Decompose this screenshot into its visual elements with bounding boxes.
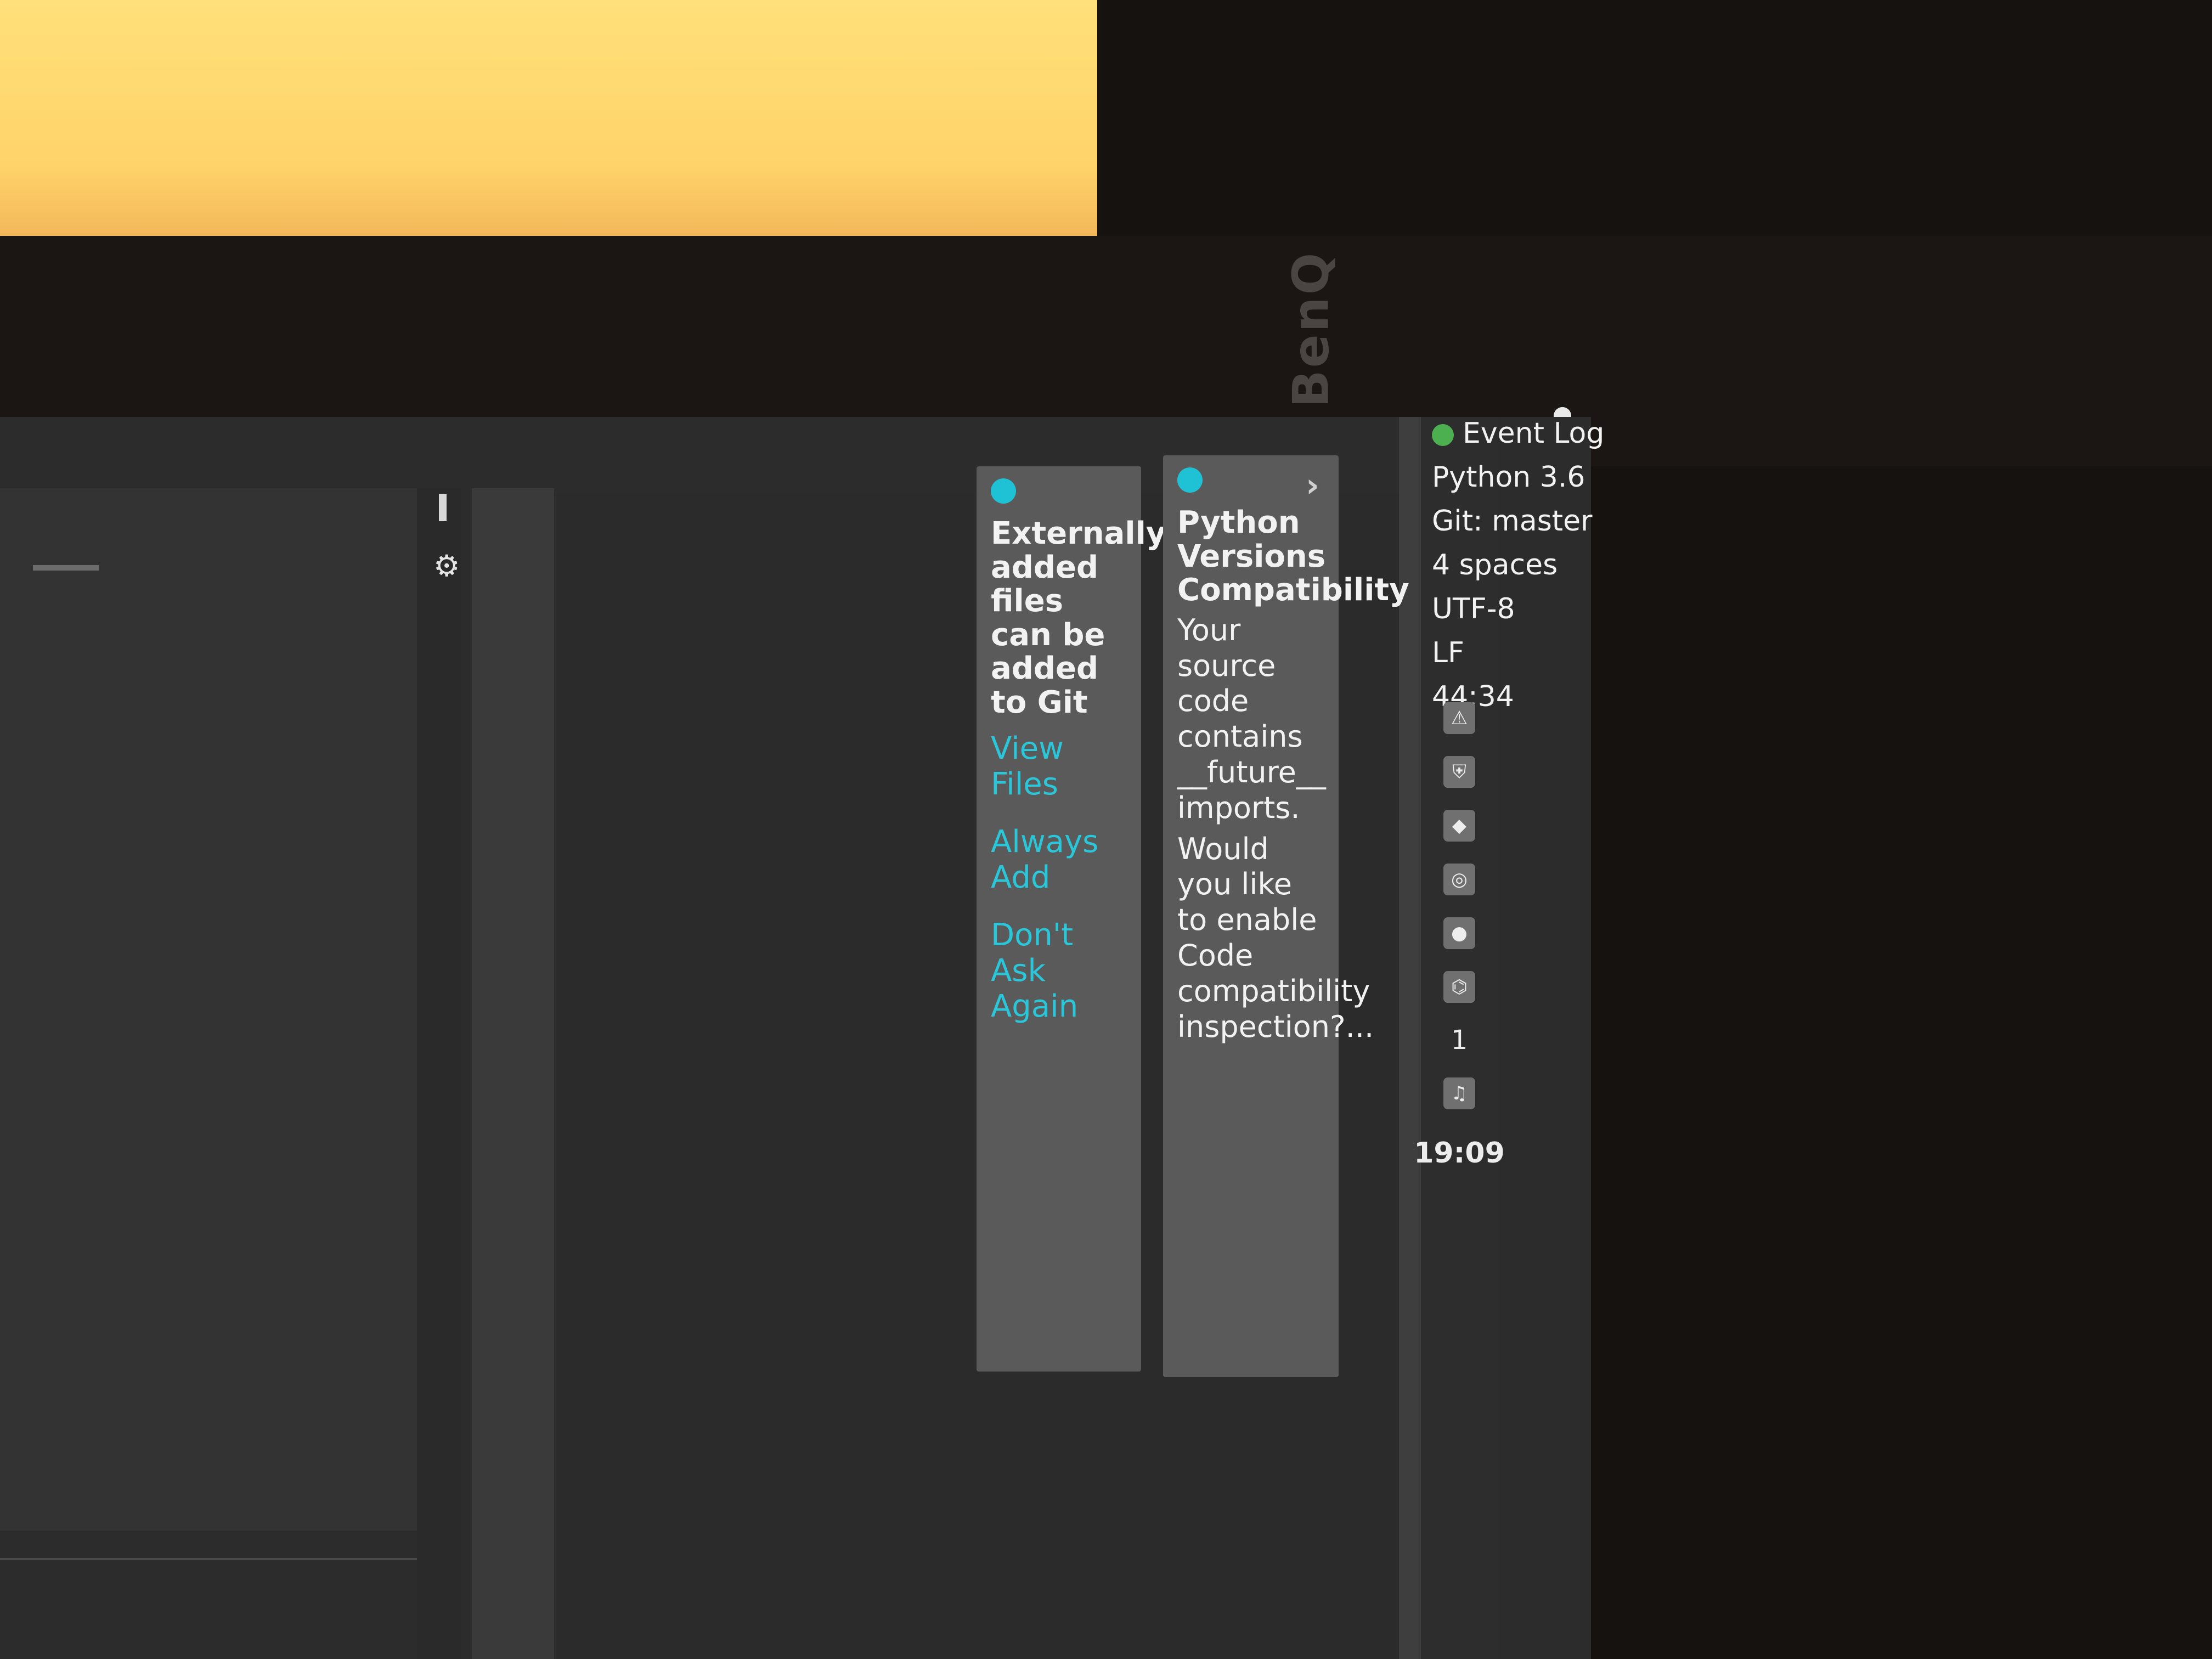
dont-ask-again-link[interactable]: Don't Ask Again: [991, 917, 1127, 1024]
git-notification: Externally added files can be added to G…: [977, 466, 1166, 1372]
event-log-icon: [1432, 424, 1454, 446]
chevron-right-icon[interactable]: ›: [1306, 466, 1319, 505]
view-files-link[interactable]: View Files: [991, 731, 1127, 802]
project-tool-window: [0, 488, 417, 1560]
tool-window-toolbar: [417, 488, 461, 1659]
python-interpreter[interactable]: Python 3.6: [1432, 461, 1585, 494]
monitor-brand-logo: BenQ: [1282, 250, 1340, 408]
steam-icon[interactable]: ◎: [1443, 864, 1475, 895]
git-notification-actions: View Files Always Add Don't Ask Again: [991, 731, 1127, 1024]
git-branch[interactable]: Git: master: [1432, 505, 1593, 538]
clock[interactable]: 19:09: [1414, 1137, 1505, 1170]
gear-icon[interactable]: ⚙: [433, 549, 460, 583]
ide-window: ⚙ Externally added files can be added to…: [0, 417, 1604, 1659]
git-notification-title: Externally added files can be added to G…: [991, 516, 1166, 720]
python-compat-notification: › Python Versions Compatibility Your sou…: [1163, 455, 1409, 1377]
event-log[interactable]: Event Log: [1432, 417, 1604, 450]
indent-setting[interactable]: 4 spaces: [1432, 549, 1558, 582]
panel-grip-icon[interactable]: [33, 565, 99, 571]
notification-icon[interactable]: ●: [1443, 917, 1475, 949]
line-separator[interactable]: LF: [1432, 636, 1464, 669]
network-icon[interactable]: ⌬: [1443, 971, 1475, 1003]
python-compat-line-2[interactable]: Would you like to enable Code compatibil…: [1177, 832, 1374, 1045]
audio-icon[interactable]: ♫: [1443, 1077, 1475, 1109]
panel-divider[interactable]: [0, 1558, 417, 1560]
file-encoding[interactable]: UTF-8: [1432, 592, 1515, 625]
info-icon: [1177, 467, 1203, 493]
event-log-label: Event Log: [1463, 417, 1605, 450]
scrollbar[interactable]: [472, 488, 554, 1659]
jetbrains-icon[interactable]: ◆: [1443, 810, 1475, 842]
shield-icon[interactable]: ⛨: [1443, 756, 1475, 788]
warning-icon[interactable]: ⚠: [1443, 702, 1475, 734]
network-badge: 1: [1451, 1025, 1468, 1056]
hide-panel-icon[interactable]: [439, 494, 447, 521]
info-icon: [991, 478, 1016, 504]
always-add-link[interactable]: Always Add: [991, 824, 1127, 895]
background-light: [0, 0, 1097, 236]
system-tray: ⚠ ⛨ ◆ ◎ ● ⌬ 1 ♫ 19:09: [1414, 702, 1505, 1443]
python-compat-title: Python Versions Compatibility: [1177, 505, 1409, 608]
python-compat-line-1: Your source code contains __future__ imp…: [1177, 612, 1326, 825]
